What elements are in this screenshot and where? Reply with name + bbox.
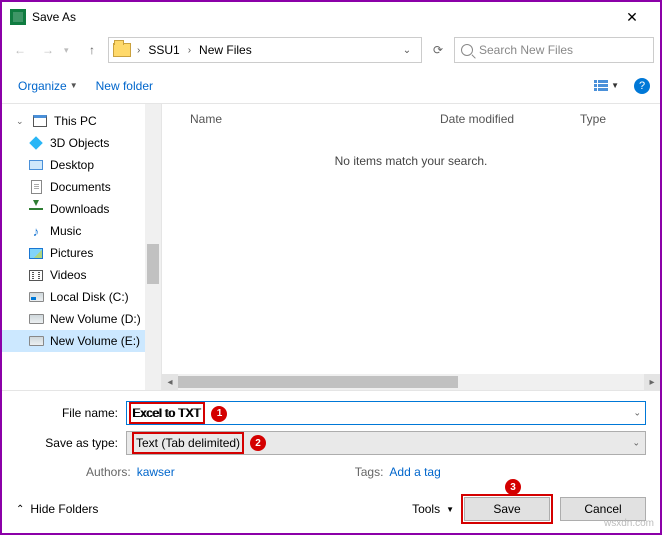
horizontal-scrollbar[interactable]: ◂ ▸	[162, 374, 660, 390]
metadata-row: Authors: kawser Tags: Add a tag	[16, 461, 646, 479]
tree-new-volume-e[interactable]: New Volume (E:)	[2, 330, 161, 352]
help-icon[interactable]: ?	[634, 78, 650, 94]
authors-label: Authors:	[86, 465, 131, 479]
empty-message: No items match your search.	[162, 134, 660, 374]
save-button[interactable]: Save	[464, 497, 550, 521]
disk-icon	[29, 292, 44, 302]
video-icon	[29, 270, 43, 281]
folder-icon	[113, 43, 131, 57]
hide-folders-button[interactable]: ⌃Hide Folders	[16, 502, 98, 516]
path-seg-2[interactable]: New Files	[197, 43, 254, 57]
new-folder-button[interactable]: New folder	[90, 75, 159, 97]
disk-icon	[29, 314, 44, 324]
forward-icon[interactable]: →	[36, 38, 60, 62]
excel-icon	[10, 9, 26, 25]
saveastype-label: Save as type:	[16, 436, 126, 450]
filename-label: File name:	[16, 406, 126, 420]
tree-local-disk-c[interactable]: Local Disk (C:)	[2, 286, 161, 308]
cube-icon	[29, 136, 43, 150]
tree-desktop[interactable]: Desktop	[2, 154, 161, 176]
tags-value[interactable]: Add a tag	[389, 465, 440, 479]
saveastype-highlight: Text (Tab delimited)	[132, 432, 244, 454]
saveastype-dropdown[interactable]: Text (Tab delimited) 2 ⌄	[126, 431, 646, 455]
chevron-up-icon: ⌃	[16, 504, 24, 515]
authors-value[interactable]: kawser	[137, 465, 175, 479]
toolbar: Organize▼ New folder ▼ ?	[2, 68, 660, 104]
pc-icon	[33, 115, 47, 127]
search-input[interactable]: Search New Files	[454, 37, 654, 63]
body: ⌄This PC 3D Objects Desktop Documents Do…	[2, 104, 660, 390]
tree-documents[interactable]: Documents	[2, 176, 161, 198]
window-title: Save As	[32, 10, 76, 24]
collapse-icon[interactable]: ⌄	[16, 116, 26, 127]
tools-dropdown[interactable]: Tools▼	[412, 502, 454, 516]
breadcrumb[interactable]: › SSU1 › New Files ⌄	[108, 37, 422, 63]
watermark: wsxdn.com	[604, 518, 654, 529]
tree-scrollbar[interactable]	[145, 104, 161, 390]
chevron-down-icon: ▼	[446, 505, 454, 514]
view-options[interactable]: ▼ ?	[594, 78, 650, 94]
music-icon: ♪	[28, 224, 44, 238]
tags-label: Tags:	[355, 465, 384, 479]
document-icon	[31, 180, 42, 194]
history-dropdown-icon[interactable]: ▾	[64, 45, 76, 56]
path-dropdown-icon[interactable]: ⌄	[397, 45, 417, 56]
tree-pictures[interactable]: Pictures	[2, 242, 161, 264]
refresh-icon[interactable]: ⟳	[426, 38, 450, 62]
chevron-down-icon[interactable]: ⌄	[633, 408, 641, 419]
details-view-icon	[594, 80, 608, 92]
tree-videos[interactable]: Videos	[2, 264, 161, 286]
col-date[interactable]: Date modified	[440, 112, 580, 126]
callout-badge-3: 3	[505, 479, 521, 495]
nav-row: ← → ▾ ↑ › SSU1 › New Files ⌄ ⟳ Search Ne…	[2, 32, 660, 68]
file-list-pane: Name Date modified Type No items match y…	[162, 104, 660, 390]
back-icon[interactable]: ←	[8, 38, 32, 62]
titlebar: Save As ✕	[2, 2, 660, 32]
filename-input[interactable]	[126, 401, 646, 425]
col-type[interactable]: Type	[580, 112, 606, 126]
search-placeholder: Search New Files	[479, 43, 573, 57]
tree-downloads[interactable]: Downloads	[2, 198, 161, 220]
col-name[interactable]: Name	[190, 112, 440, 126]
bottom-panel: File name: Excel to TXT1 ⌄ Save as type:…	[2, 390, 660, 487]
chevron-right-icon[interactable]: ›	[135, 45, 142, 56]
callout-badge-2: 2	[250, 435, 266, 451]
path-seg-1[interactable]: SSU1	[146, 43, 181, 57]
chevron-right-icon[interactable]: ›	[186, 45, 193, 56]
footer: ⌃Hide Folders Tools▼ 3 Save Cancel	[2, 487, 660, 533]
tree-this-pc[interactable]: ⌄This PC	[2, 110, 161, 132]
search-icon	[461, 44, 473, 56]
tree-music[interactable]: ♪Music	[2, 220, 161, 242]
tree-3d-objects[interactable]: 3D Objects	[2, 132, 161, 154]
scrollbar-thumb[interactable]	[178, 376, 458, 388]
folder-tree[interactable]: ⌄This PC 3D Objects Desktop Documents Do…	[2, 104, 162, 390]
column-headers[interactable]: Name Date modified Type	[162, 104, 660, 134]
save-as-dialog: Save As ✕ ← → ▾ ↑ › SSU1 › New Files ⌄ ⟳…	[0, 0, 662, 535]
up-icon[interactable]: ↑	[80, 38, 104, 62]
chevron-down-icon: ⌄	[632, 438, 640, 449]
tree-new-volume-d[interactable]: New Volume (D:)	[2, 308, 161, 330]
organize-button[interactable]: Organize▼	[12, 75, 84, 97]
download-icon	[29, 208, 43, 210]
close-icon[interactable]: ✕	[612, 9, 652, 26]
disk-icon	[29, 336, 44, 346]
chevron-down-icon: ▼	[611, 81, 619, 90]
chevron-down-icon: ▼	[70, 81, 78, 90]
scroll-right-icon[interactable]: ▸	[644, 374, 660, 390]
scroll-left-icon[interactable]: ◂	[162, 374, 178, 390]
picture-icon	[29, 248, 43, 259]
scrollbar-thumb[interactable]	[147, 244, 159, 284]
desktop-icon	[29, 160, 43, 170]
